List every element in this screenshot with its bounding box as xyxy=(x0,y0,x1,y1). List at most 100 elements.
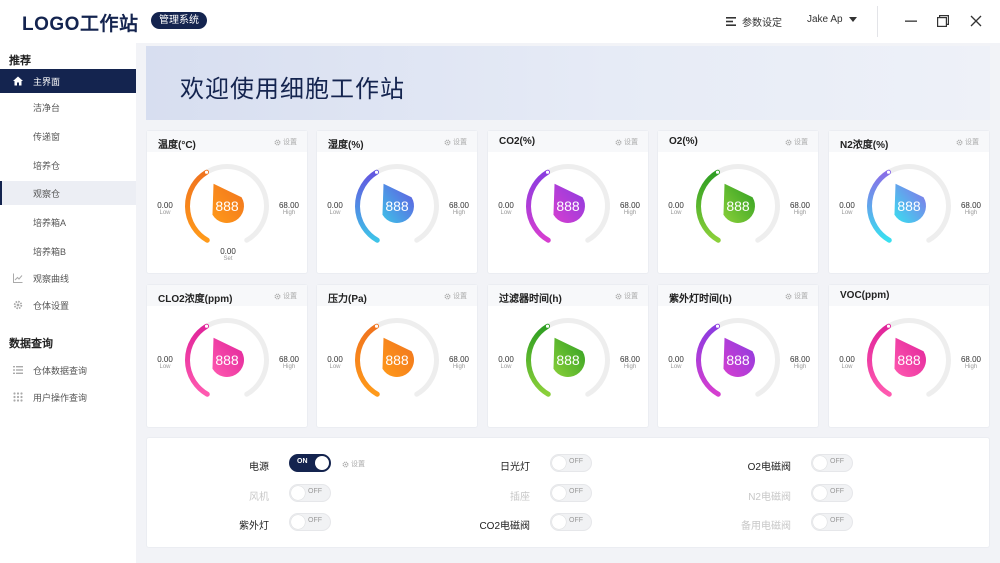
gauge-value-arc xyxy=(185,323,210,397)
sidebar-item-label: 传递窗 xyxy=(33,131,61,142)
card-settings-button[interactable]: 设置 xyxy=(615,137,638,147)
card-settings-button[interactable]: 设置 xyxy=(785,137,808,147)
settings-label: 设置 xyxy=(794,293,808,300)
toggle-state-text: OFF xyxy=(308,488,322,495)
card-header: O2(%) 设置 xyxy=(658,131,818,152)
sidebar-item-label: 培养箱B xyxy=(33,246,67,257)
low-value: 0.00 xyxy=(668,355,684,364)
control-label-uv-lamp: 紫外灯 xyxy=(239,521,269,532)
card-settings-button[interactable]: 设置 xyxy=(956,137,979,147)
sidebar-item-home[interactable]: 主界面 xyxy=(0,69,136,93)
sidebar-item-clean-bench[interactable]: 洁净台 xyxy=(0,95,136,119)
restore-button[interactable] xyxy=(933,11,953,31)
low-label: Low xyxy=(500,210,512,216)
card-settings-button[interactable]: 设置 xyxy=(615,291,638,301)
toggle-knob xyxy=(291,486,305,500)
settings-label: 设置 xyxy=(453,293,467,300)
gauge: 888 xyxy=(526,164,610,243)
control-label-fluorescent-light: 日光灯 xyxy=(500,462,530,473)
gauge-value: 888 xyxy=(726,352,750,368)
card-settings-button[interactable]: 设置 xyxy=(444,291,467,301)
high-limit: 68.00 High xyxy=(956,355,986,370)
fluorescent-light-toggle[interactable]: OFF xyxy=(550,454,592,472)
sidebar-item-incubator-b[interactable]: 培养箱B xyxy=(0,239,136,263)
high-label: High xyxy=(964,210,978,216)
sensor-card: 过滤器时间(h) 设置 0.00 Low 68.00 High 888 xyxy=(487,284,649,428)
sensor-card: N2浓度(%) 设置 0.00 Low 68.00 High 888 xyxy=(828,130,990,274)
gauge-value-arc xyxy=(696,169,721,243)
low-limit: 0.00 Low xyxy=(661,201,691,216)
sensor-card: O2(%) 设置 0.00 Low 68.00 High 888 xyxy=(657,130,819,274)
gear-icon xyxy=(956,139,963,145)
sidebar-item-chamber-data-query[interactable]: 仓体数据查询 xyxy=(0,358,136,382)
card-settings-button[interactable]: 设置 xyxy=(274,291,297,301)
gauge-value-arc xyxy=(867,323,892,397)
high-limit: 68.00 High xyxy=(956,201,986,216)
toggle-state-text: OFF xyxy=(830,488,844,495)
gear-icon xyxy=(444,139,451,145)
low-limit: 0.00 Low xyxy=(320,355,350,370)
power-toggle[interactable]: ON xyxy=(289,454,331,472)
sidebar-item-incubator-a[interactable]: 培养箱A xyxy=(0,210,136,234)
high-value: 68.00 xyxy=(789,355,811,364)
card-settings-button[interactable]: 设置 xyxy=(274,137,297,147)
toggle-knob xyxy=(813,486,827,500)
low-value: 0.00 xyxy=(498,201,514,210)
card-header: 温度(°C) 设置 xyxy=(147,131,307,152)
high-limit: 68.00 High xyxy=(785,355,815,370)
card-header: 过滤器时间(h) 设置 xyxy=(488,285,648,306)
fan-toggle[interactable]: OFF xyxy=(289,484,331,502)
sidebar-item-label: 培养仓 xyxy=(33,160,61,171)
sidebar-item-chamber-settings[interactable]: 仓体设置 xyxy=(0,293,136,317)
gear-icon xyxy=(785,139,792,145)
close-button[interactable] xyxy=(966,11,986,31)
uv-lamp-toggle[interactable]: OFF xyxy=(289,513,331,531)
card-header: CLO2浓度(ppm) 设置 xyxy=(147,285,307,306)
gear-icon xyxy=(13,300,23,310)
spare-valve-toggle[interactable]: OFF xyxy=(811,513,853,531)
low-label: Low xyxy=(841,364,853,370)
o2-valve-toggle[interactable]: OFF xyxy=(811,454,853,472)
card-header: 湿度(%) 设置 xyxy=(317,131,477,152)
sidebar-item-culture-chamber[interactable]: 培养仓 xyxy=(0,153,136,177)
n2-valve-toggle[interactable]: OFF xyxy=(811,484,853,502)
gauge-value: 888 xyxy=(215,352,239,368)
gauge-value-arc xyxy=(696,323,721,397)
card-title: O2(%) xyxy=(669,136,698,147)
user-menu[interactable]: Jake Ap xyxy=(807,14,857,25)
high-limit: 68.00 High xyxy=(785,201,815,216)
gauge: 888 xyxy=(185,318,269,397)
power-settings-button[interactable]: 设置 xyxy=(342,459,365,469)
minimize-button[interactable] xyxy=(901,11,921,31)
card-title: VOC(ppm) xyxy=(840,290,890,301)
high-label: High xyxy=(623,210,637,216)
card-settings-button[interactable]: 设置 xyxy=(785,291,808,301)
sidebar-item-pass-box[interactable]: 传递窗 xyxy=(0,124,136,148)
low-label: Low xyxy=(670,364,682,370)
low-value: 0.00 xyxy=(839,201,855,210)
card-title: 压力(Pa) xyxy=(328,294,367,305)
low-value: 0.00 xyxy=(498,355,514,364)
card-header: N2浓度(%) 设置 xyxy=(829,131,989,152)
sensor-card: 压力(Pa) 设置 0.00 Low 68.00 High 888 xyxy=(316,284,478,428)
gauge: 888 xyxy=(696,318,780,397)
low-limit: 0.00 Low xyxy=(661,355,691,370)
sidebar-item-label: 洁净台 xyxy=(33,102,61,113)
sidebar-item-observation-curve[interactable]: 观察曲线 xyxy=(0,266,136,290)
high-value: 68.00 xyxy=(278,201,300,210)
co2-valve-toggle[interactable]: OFF xyxy=(550,513,592,531)
socket-toggle[interactable]: OFF xyxy=(550,484,592,502)
sidebar-item-observation-chamber[interactable]: 观察仓 xyxy=(0,181,136,205)
app-header: LOGO工作站 管理系统 参数设定 Jake Ap xyxy=(0,0,1000,43)
card-settings-button[interactable]: 设置 xyxy=(444,137,467,147)
welcome-banner: 欢迎使用细胞工作站 xyxy=(146,46,990,120)
gauge-end-dot xyxy=(204,324,209,328)
sidebar-item-user-operation-query[interactable]: 用户操作查询 xyxy=(0,385,136,409)
section-title-recommend: 推荐 xyxy=(9,55,31,67)
high-label: High xyxy=(793,210,807,216)
gauge-value-arc xyxy=(867,169,892,243)
high-label: High xyxy=(964,364,978,370)
high-limit: 68.00 High xyxy=(274,355,304,370)
parameter-settings-button[interactable]: 参数设定 xyxy=(726,14,782,29)
gear-icon xyxy=(274,139,281,145)
